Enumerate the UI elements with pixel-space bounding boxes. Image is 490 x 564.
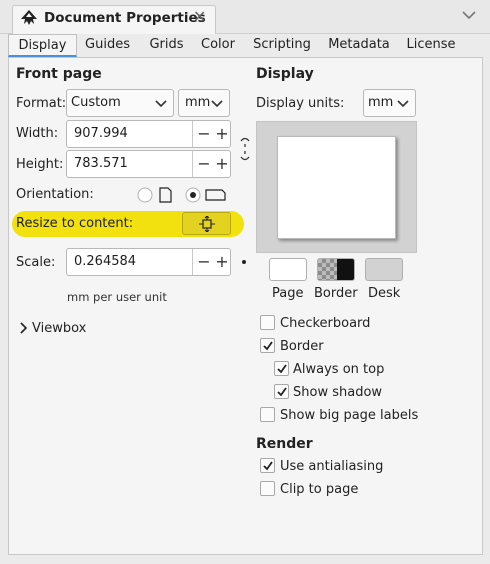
border-label: Border	[280, 339, 324, 354]
display-heading: Display	[256, 66, 314, 82]
scale-label: Scale:	[16, 255, 56, 270]
checkmark-icon	[277, 364, 287, 374]
big-page-labels-label: Show big page labels	[280, 408, 419, 423]
show-shadow-label: Show shadow	[293, 385, 383, 400]
format-value: Custom	[71, 95, 121, 110]
desk-color-swatch[interactable]	[365, 258, 403, 281]
scale-dot-icon	[242, 260, 246, 264]
border-swatch-label: Border	[314, 286, 358, 301]
big-page-labels-checkbox[interactable]	[260, 407, 275, 422]
antialiasing-checkbox[interactable]	[260, 458, 275, 473]
height-increment-button[interactable]: +	[212, 154, 232, 174]
checkerboard-label: Checkerboard	[280, 316, 371, 331]
tab-guides[interactable]: Guides	[80, 34, 135, 57]
inkscape-logo-icon	[20, 9, 38, 30]
tab-license[interactable]: License	[403, 34, 459, 57]
desk-swatch-label: Desk	[368, 286, 401, 301]
always-on-top-label: Always on top	[293, 362, 385, 377]
page-unit-value: mm	[185, 95, 211, 110]
display-units-value: mm	[368, 95, 394, 110]
orientation-label: Orientation:	[16, 187, 94, 202]
format-dropdown[interactable]: Custom	[66, 89, 174, 117]
divider	[192, 121, 193, 147]
resize-to-fit-icon	[198, 215, 216, 236]
viewbox-expander[interactable]: Viewbox	[32, 321, 86, 336]
display-units-label: Display units:	[256, 96, 345, 111]
chevron-down-icon	[155, 100, 167, 108]
scale-field[interactable]: 0.264584 − +	[66, 248, 231, 276]
clip-to-page-label: Clip to page	[280, 482, 359, 497]
width-increment-button[interactable]: +	[212, 124, 232, 144]
height-field[interactable]: 783.571 − +	[66, 150, 231, 178]
width-label: Width:	[16, 126, 59, 141]
scale-increment-button[interactable]: +	[212, 252, 232, 272]
render-heading: Render	[256, 436, 313, 452]
border-color-swatch[interactable]	[317, 258, 355, 281]
clip-to-page-checkbox[interactable]	[260, 481, 275, 496]
tab-color[interactable]: Color	[198, 34, 238, 57]
tab-display[interactable]: Display	[8, 34, 77, 57]
page-swatch-label: Page	[272, 286, 304, 301]
chevron-right-icon[interactable]	[20, 322, 28, 338]
height-decrement-button[interactable]: −	[194, 154, 214, 174]
antialiasing-label: Use antialiasing	[280, 459, 384, 474]
resize-to-content-button[interactable]	[182, 212, 231, 235]
width-value: 907.994	[74, 126, 128, 141]
tab-grids[interactable]: Grids	[144, 34, 189, 57]
tab-scripting[interactable]: Scripting	[249, 34, 315, 57]
orientation-portrait-radio[interactable]	[137, 185, 177, 209]
chevron-down-icon[interactable]	[460, 8, 478, 26]
display-units-dropdown[interactable]: mm	[363, 89, 416, 117]
chevron-down-icon	[211, 100, 223, 108]
page-color-swatch[interactable]	[269, 258, 307, 281]
checkmark-icon	[263, 341, 273, 351]
window-title: Document Properties	[44, 10, 206, 26]
lock-ratio-chain-icon[interactable]	[238, 135, 252, 169]
close-icon[interactable]: ✕	[193, 7, 206, 26]
always-on-top-checkbox[interactable]	[274, 361, 289, 376]
height-label: Height:	[16, 157, 64, 172]
show-shadow-checkbox[interactable]	[274, 384, 289, 399]
format-label: Format:	[16, 96, 67, 111]
resize-to-content-label: Resize to content:	[16, 216, 134, 231]
orientation-landscape-radio[interactable]	[185, 185, 229, 209]
checker-pattern	[318, 259, 337, 280]
scale-decrement-button[interactable]: −	[194, 252, 214, 272]
tab-metadata[interactable]: Metadata	[324, 34, 394, 57]
divider	[192, 249, 193, 275]
width-decrement-button[interactable]: −	[194, 124, 214, 144]
chevron-down-icon	[397, 100, 409, 108]
page-unit-dropdown[interactable]: mm	[178, 89, 230, 117]
checkmark-icon	[277, 387, 287, 397]
scale-unit-note: mm per user unit	[67, 290, 167, 304]
page-preview-sheet	[277, 136, 396, 239]
tab-bar: Display Guides Grids Color Scripting Met…	[8, 34, 483, 57]
border-checkbox[interactable]	[260, 338, 275, 353]
checkmark-icon	[263, 461, 273, 471]
scale-value: 0.264584	[74, 254, 137, 269]
divider	[192, 151, 193, 177]
width-field[interactable]: 907.994 − +	[66, 120, 231, 148]
height-value: 783.571	[74, 156, 128, 171]
front-page-heading: Front page	[16, 66, 102, 82]
checkerboard-checkbox[interactable]	[260, 315, 275, 330]
